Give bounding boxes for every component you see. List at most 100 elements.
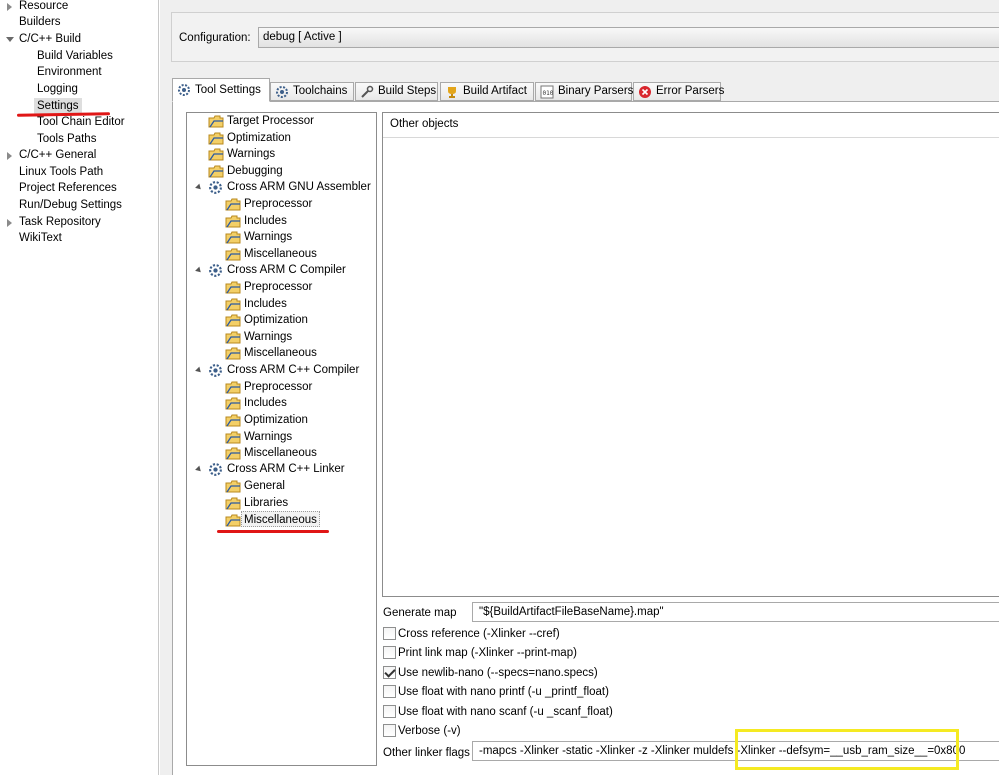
tree-item-target-processor[interactable]: Target Processor bbox=[227, 113, 314, 129]
tree-item-logging[interactable]: Logging bbox=[37, 81, 78, 97]
option-folder-icon bbox=[225, 248, 241, 261]
verbose-checkbox[interactable] bbox=[383, 724, 396, 737]
tree-item-label: Cross ARM GNU Assembler bbox=[227, 181, 371, 193]
tree-item-c-miscellaneous[interactable]: Miscellaneous bbox=[244, 345, 317, 361]
tree-item-label: Environment bbox=[37, 66, 102, 78]
tree-item-label: C/C++ General bbox=[19, 149, 97, 161]
tab-label: Build Artifact bbox=[463, 85, 527, 97]
tree-item-asm-miscellaneous[interactable]: Miscellaneous bbox=[244, 246, 317, 262]
tree-item-build-variables[interactable]: Build Variables bbox=[37, 48, 113, 64]
tree-item-asm-preprocessor[interactable]: Preprocessor bbox=[244, 196, 312, 212]
configuration-select[interactable]: debug [ Active ] bbox=[258, 27, 999, 48]
tree-item-cpp-warnings[interactable]: Warnings bbox=[244, 429, 292, 445]
tool-gear-icon bbox=[209, 364, 222, 377]
tree-item-cpp-preprocessor[interactable]: Preprocessor bbox=[244, 379, 312, 395]
collapse-arrow-icon[interactable] bbox=[6, 37, 14, 42]
tree-item-run-debug-settings[interactable]: Run/Debug Settings bbox=[19, 197, 122, 213]
tree-item-settings[interactable]: Settings bbox=[34, 98, 82, 114]
tab-binary-parsers[interactable]: 010 Binary Parsers bbox=[535, 82, 633, 101]
tree-item-label: Optimization bbox=[227, 132, 291, 144]
tab-build-artifact[interactable]: Build Artifact bbox=[440, 82, 534, 101]
tree-item-cpp-includes[interactable]: Includes bbox=[244, 395, 287, 411]
nano-printf-float-checkbox[interactable] bbox=[383, 685, 396, 698]
option-folder-icon bbox=[225, 397, 241, 410]
tree-item-label: WikiText bbox=[19, 232, 62, 244]
tree-item-cpp-build[interactable]: C/C++ Build bbox=[19, 31, 81, 47]
option-folder-icon bbox=[225, 497, 241, 510]
svg-text:010: 010 bbox=[543, 90, 554, 97]
tree-item-resource[interactable]: Resource bbox=[19, 0, 68, 14]
tree-item-label: Libraries bbox=[244, 497, 289, 509]
tree-item-asm-warnings[interactable]: Warnings bbox=[244, 229, 292, 245]
annotation-underline-miscellaneous bbox=[217, 530, 329, 533]
newlib-nano-label: Use newlib-nano (--specs=nano.specs) bbox=[398, 667, 598, 679]
tree-item-cpp-optimization[interactable]: Optimization bbox=[244, 412, 308, 428]
tree-item-label: Preprocessor bbox=[244, 381, 313, 393]
tree-item-debugging[interactable]: Debugging bbox=[227, 163, 283, 179]
tree-item-label: Preprocessor bbox=[244, 281, 313, 293]
tree-item-c-warnings[interactable]: Warnings bbox=[244, 329, 292, 345]
tree-item-linker-general[interactable]: General bbox=[244, 478, 285, 494]
tab-label: Build Steps bbox=[378, 85, 437, 97]
newlib-nano-checkbox[interactable] bbox=[383, 666, 396, 679]
tree-item-environment[interactable]: Environment bbox=[37, 64, 102, 80]
tree-item-label: Miscellaneous bbox=[244, 248, 317, 260]
tree-item-task-repository[interactable]: Task Repository bbox=[19, 214, 101, 230]
tree-item-asm-includes[interactable]: Includes bbox=[244, 213, 287, 229]
tree-item-label: Miscellaneous bbox=[244, 514, 317, 526]
tree-item-label: Warnings bbox=[244, 331, 293, 343]
binary-icon: 010 bbox=[540, 85, 554, 99]
expand-arrow-icon[interactable] bbox=[7, 152, 12, 160]
tree-item-optimization[interactable]: Optimization bbox=[227, 130, 291, 146]
other-objects-header: Other objects bbox=[383, 113, 999, 138]
option-folder-icon bbox=[225, 414, 241, 427]
tree-item-label: Cross ARM C Compiler bbox=[227, 264, 346, 276]
option-folder-icon bbox=[225, 480, 241, 493]
cross-reference-checkbox[interactable] bbox=[383, 627, 396, 640]
tree-item-label: Includes bbox=[244, 215, 287, 227]
tree-item-warnings[interactable]: Warnings bbox=[227, 146, 275, 162]
tree-item-c-compiler[interactable]: Cross ARM C Compiler bbox=[227, 262, 346, 278]
tree-item-cpp-linker[interactable]: Cross ARM C++ Linker bbox=[227, 461, 345, 477]
tree-item-c-includes[interactable]: Includes bbox=[244, 296, 287, 312]
expand-arrow-icon[interactable] bbox=[7, 219, 12, 227]
tree-item-label: Cross ARM C++ Linker bbox=[227, 463, 345, 475]
tab-build-steps[interactable]: Build Steps bbox=[355, 82, 438, 101]
tool-gear-icon bbox=[209, 264, 222, 277]
tree-item-cpp-general[interactable]: C/C++ General bbox=[19, 147, 96, 163]
cross-reference-label: Cross reference (-Xlinker --cref) bbox=[398, 628, 560, 640]
nano-scanf-float-checkbox[interactable] bbox=[383, 705, 396, 718]
tree-item-project-references[interactable]: Project References bbox=[19, 180, 117, 196]
tree-item-label: C/C++ Build bbox=[19, 33, 82, 45]
option-folder-icon bbox=[225, 447, 241, 460]
option-folder-icon bbox=[225, 198, 241, 211]
generate-map-input[interactable]: "${BuildArtifactFileBaseName}.map" bbox=[472, 602, 999, 622]
tree-item-cpp-compiler[interactable]: Cross ARM C++ Compiler bbox=[227, 362, 359, 378]
tree-item-wikitext[interactable]: WikiText bbox=[19, 230, 62, 246]
option-folder-icon bbox=[225, 381, 241, 394]
tab-error-parsers[interactable]: Error Parsers bbox=[633, 82, 724, 101]
tree-item-label: Project References bbox=[19, 182, 117, 194]
print-link-map-checkbox[interactable] bbox=[383, 646, 396, 659]
tree-item-c-preprocessor[interactable]: Preprocessor bbox=[244, 279, 312, 295]
tree-item-tool-chain-editor[interactable]: Tool Chain Editor bbox=[37, 114, 125, 130]
tab-tool-settings[interactable]: Tool Settings bbox=[172, 78, 270, 102]
tree-item-tools-paths[interactable]: Tools Paths bbox=[37, 131, 96, 147]
tab-toolchains[interactable]: Toolchains bbox=[270, 82, 354, 101]
tree-item-linker-miscellaneous[interactable]: Miscellaneous bbox=[241, 511, 320, 527]
tree-item-c-optimization[interactable]: Optimization bbox=[244, 312, 308, 328]
tree-item-label: General bbox=[244, 480, 285, 492]
expand-arrow-icon[interactable] bbox=[7, 3, 12, 11]
tree-item-label: Resource bbox=[19, 0, 69, 12]
tree-item-assembler[interactable]: Cross ARM GNU Assembler bbox=[227, 179, 371, 195]
tree-item-builders[interactable]: Builders bbox=[19, 14, 61, 30]
tree-item-label: Miscellaneous bbox=[244, 347, 317, 359]
tree-item-linux-tools-path[interactable]: Linux Tools Path bbox=[19, 164, 103, 180]
tree-item-cpp-miscellaneous[interactable]: Miscellaneous bbox=[244, 445, 317, 461]
other-objects-list[interactable]: Other objects bbox=[382, 112, 999, 597]
tree-item-label: Preprocessor bbox=[244, 198, 313, 210]
tree-item-label: Tools Paths bbox=[37, 133, 97, 145]
tree-item-linker-libraries[interactable]: Libraries bbox=[244, 495, 288, 511]
tree-item-label: Task Repository bbox=[19, 216, 101, 228]
tree-item-label: Build Variables bbox=[37, 50, 113, 62]
